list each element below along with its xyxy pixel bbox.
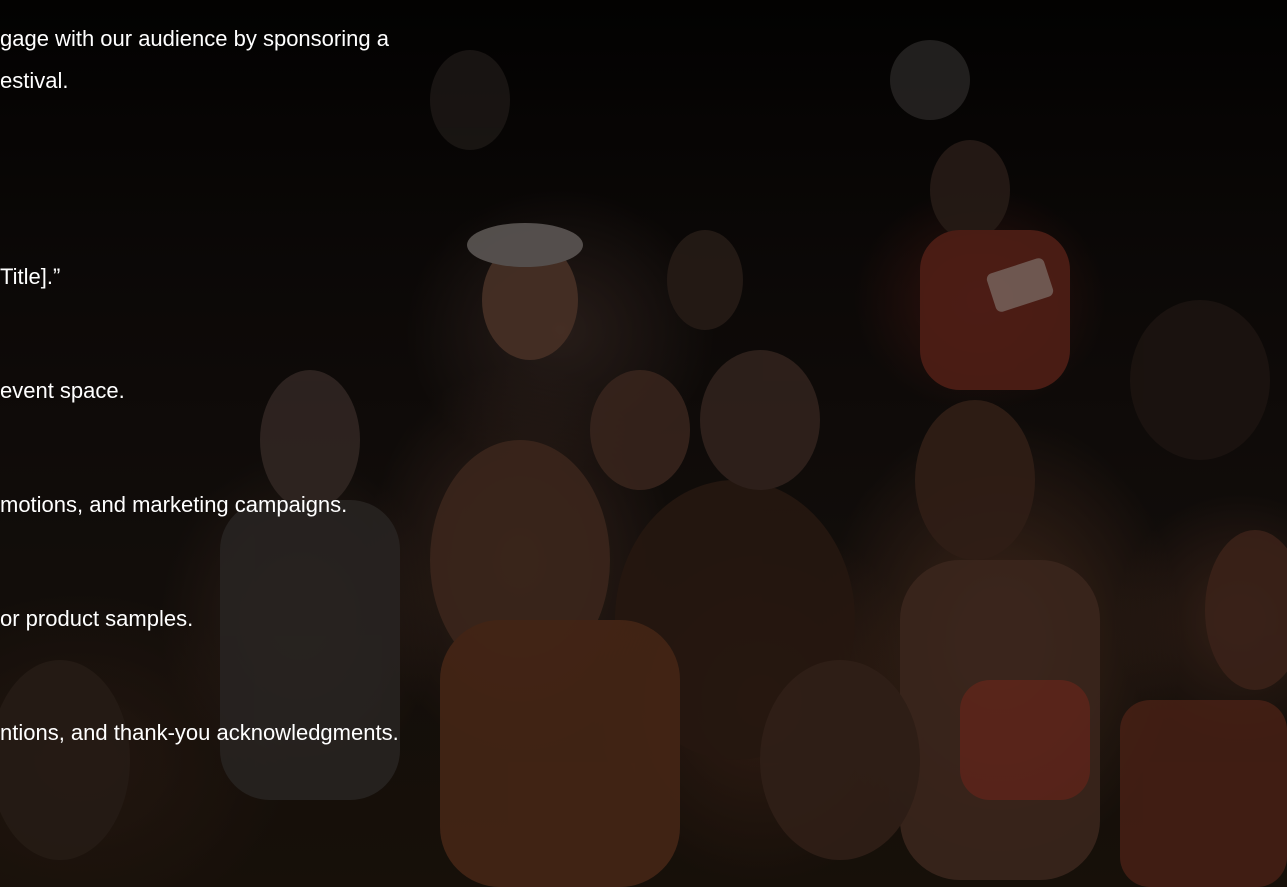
sponsorship-content: gage with our audience by sponsoring a e… [0, 0, 1287, 887]
benefit-item-event-space: event space. [0, 378, 125, 403]
benefit-item-title: Title].” [0, 264, 61, 289]
intro-line-2: estival. [0, 68, 69, 93]
benefit-item-promotions: motions, and marketing campaigns. [0, 492, 348, 517]
benefit-item-mentions: ntions, and thank-you acknowledgments. [0, 720, 399, 745]
intro-line-1: gage with our audience by sponsoring a [0, 26, 389, 51]
hero-section: gage with our audience by sponsoring a e… [0, 0, 1287, 887]
benefit-item-samples: or product samples. [0, 606, 194, 631]
